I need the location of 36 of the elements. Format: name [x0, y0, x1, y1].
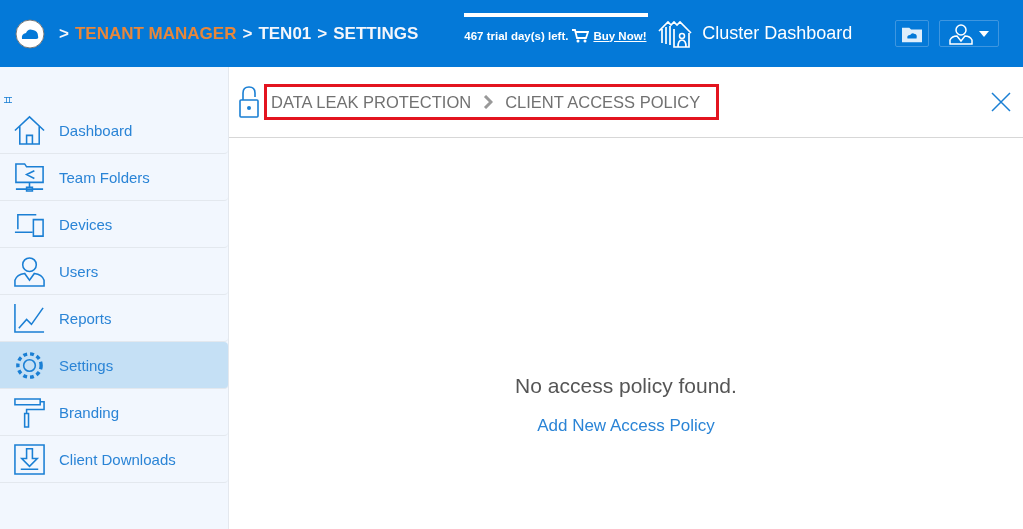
lock-icon [239, 85, 259, 119]
paint-roller-icon [13, 395, 46, 429]
breadcrumb-item[interactable]: DATA LEAK PROTECTION [271, 92, 472, 112]
sidebar-item[interactable]: Users [0, 248, 228, 295]
add-policy-link[interactable]: Add New Access Policy [537, 416, 715, 436]
caret-icon [979, 30, 990, 37]
sidebar-item[interactable]: Settings [0, 342, 228, 389]
breadcrumb-item: TEN01 [258, 23, 312, 44]
houses-icon [658, 18, 693, 49]
sidebar-item[interactable]: Branding [0, 389, 228, 436]
user-menu-button[interactable] [939, 20, 1000, 47]
buy-now-link[interactable]: Buy Now! [593, 29, 647, 42]
cluster-dashboard-link[interactable]: Cluster Dashboard [702, 23, 853, 44]
breadcrumb-separator: > [317, 23, 328, 44]
sidebar-item[interactable]: Client Downloads [0, 436, 228, 483]
chevron-icon [483, 95, 494, 109]
shared-folder-icon [13, 160, 46, 194]
collapse-icon[interactable] [4, 97, 12, 103]
user-icon [13, 254, 46, 288]
close-icon[interactable] [991, 92, 1011, 112]
breadcrumb-separator: > [242, 23, 253, 44]
sidebar-item[interactable]: Devices [0, 201, 228, 248]
house-icon [13, 113, 46, 147]
download-icon [13, 442, 46, 476]
user-icon [949, 22, 974, 45]
cart-icon [572, 28, 590, 43]
sidebar-item[interactable]: Team Folders [0, 154, 228, 201]
cloud-folder-button[interactable] [895, 20, 930, 47]
cloud-logo-icon [15, 18, 45, 49]
breadcrumb-item: CLIENT ACCESS POLICY [505, 92, 701, 112]
trial-days-text: 467 trial day(s) left. [464, 29, 569, 42]
sidebar-item[interactable]: Dashboard [0, 107, 228, 154]
empty-message: No access policy found. [515, 374, 737, 398]
line-chart-icon [13, 301, 46, 335]
breadcrumb-item: SETTINGS [333, 23, 419, 44]
breadcrumb-separator: > [59, 23, 69, 44]
